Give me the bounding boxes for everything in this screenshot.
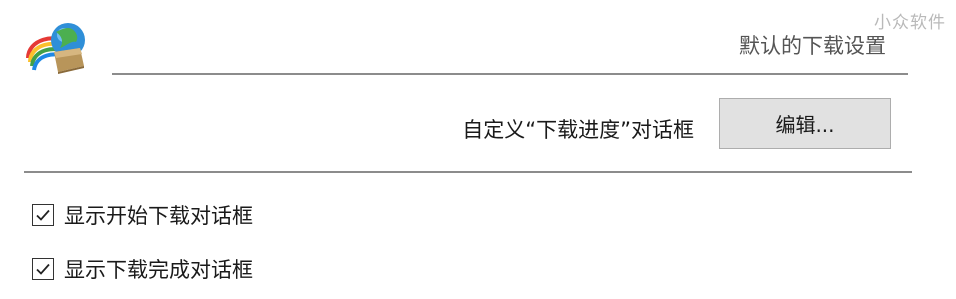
show-download-complete-checkbox[interactable] xyxy=(32,258,54,280)
show-download-complete-dialog-option[interactable]: 显示下载完成对话框 xyxy=(32,254,253,284)
custom-progress-dialog-label: 自定义“下载进度”对话框 xyxy=(462,118,694,142)
idm-globe-logo-icon xyxy=(24,18,90,80)
show-start-download-label: 显示开始下载对话框 xyxy=(64,204,253,228)
title-divider xyxy=(112,73,908,75)
section-title: 默认的下载设置 xyxy=(739,34,886,58)
checkmark-icon xyxy=(36,263,50,275)
checkmark-icon xyxy=(36,209,50,221)
section-divider xyxy=(24,171,912,173)
edit-button[interactable]: 编辑... xyxy=(719,98,891,149)
show-download-complete-label: 显示下载完成对话框 xyxy=(64,258,253,282)
show-start-download-checkbox[interactable] xyxy=(32,204,54,226)
show-start-download-dialog-option[interactable]: 显示开始下载对话框 xyxy=(32,200,253,230)
